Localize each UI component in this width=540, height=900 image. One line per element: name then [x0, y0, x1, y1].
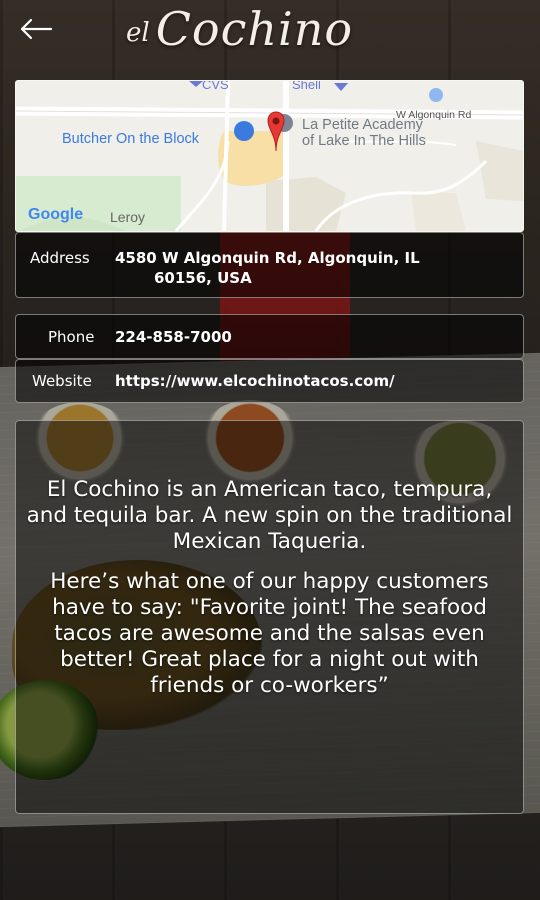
address-line1: 4580 W Algonquin Rd, Algonquin, IL [115, 249, 420, 267]
map-label-leroy: Leroy [110, 209, 145, 225]
address-card: Address 4580 W Algonquin Rd, Algonquin, … [15, 232, 524, 298]
description-paragraph-1: El Cochino is an American taco, tempura,… [26, 477, 513, 554]
logo-prefix: el [126, 18, 150, 48]
map-label-academy-line2: of Lake In The Hills [302, 133, 426, 149]
map-label-academy-line1: La Petite Academy [302, 117, 424, 133]
map-graphic: CVS Shell W Algonquin Rd Butcher On the … [16, 81, 523, 231]
map-label-shell: Shell [292, 81, 321, 92]
map-label-butcher: Butcher On the Block [62, 131, 200, 147]
description-card: El Cochino is an American taco, tempura,… [15, 420, 524, 814]
logo-name: Cochino [155, 2, 354, 56]
app-header: el Cochino [0, 0, 540, 70]
google-logo: Google [28, 206, 83, 223]
description-text: El Cochino is an American taco, tempura,… [24, 477, 515, 713]
description-paragraph-2: Here’s what one of our happy customers h… [50, 569, 489, 698]
website-label: Website [32, 372, 92, 390]
website-link[interactable]: https://www.elcochinotacos.com/ [115, 372, 395, 390]
arrow-left-icon [20, 18, 53, 40]
back-button[interactable] [16, 12, 56, 46]
restaurant-logo: el Cochino [126, 2, 416, 62]
address-line2: 60156, USA [154, 269, 252, 287]
address-label: Address [30, 249, 90, 267]
location-map[interactable]: CVS Shell W Algonquin Rd Butcher On the … [15, 80, 524, 232]
website-card[interactable]: Website https://www.elcochinotacos.com/ [15, 359, 524, 403]
phone-label: Phone [48, 328, 95, 346]
phone-card[interactable]: Phone 224-858-7000 [15, 314, 524, 359]
phone-value[interactable]: 224-858-7000 [115, 328, 232, 346]
map-label-cvs: CVS [202, 81, 229, 92]
